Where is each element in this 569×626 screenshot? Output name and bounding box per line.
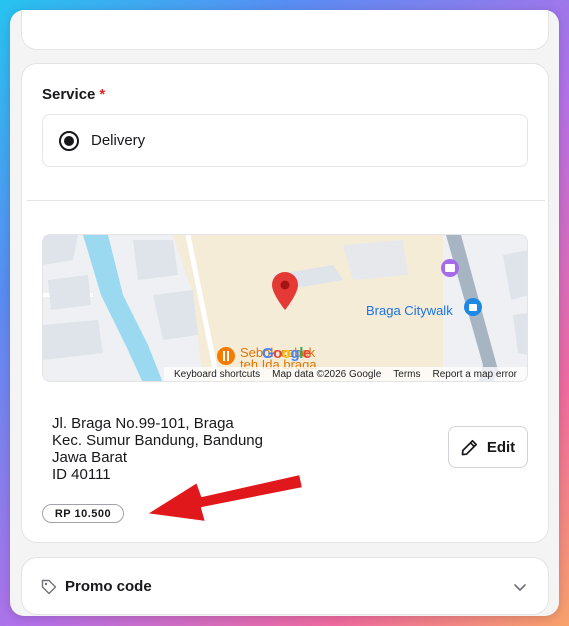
terms-link[interactable]: Terms [393,369,420,380]
map-place-label[interactable]: Braga Citywalk [366,303,453,318]
chevron-down-icon[interactable] [513,580,527,594]
section-divider [27,200,545,201]
map-data-text: Map data ©2026 Google [272,368,382,380]
promo-code-label: Promo code [65,578,152,595]
report-map-error-link[interactable]: Report a map error [433,369,517,380]
previous-section-card [21,10,549,50]
service-card: Service * Delivery Braga Citywalk Sebok … [21,63,549,543]
pencil-icon [461,439,477,455]
checkout-panel: Service * Delivery Braga Citywalk Sebok … [10,10,559,616]
service-heading: Service * [42,86,105,103]
map-attribution: Keyboard shortcuts Map data ©2026 Google… [163,367,527,381]
address-line-2: Kec. Sumur Bandung, Bandung [52,432,263,449]
tag-icon [41,579,57,595]
google-logo: Google [262,345,311,362]
delivery-option[interactable]: Delivery [42,114,528,167]
delivery-price-badge: RP 10.500 [42,504,124,523]
radio-selected-dot [64,135,74,146]
promo-code-card[interactable]: Promo code [21,557,549,615]
location-map[interactable]: Braga Citywalk Sebok cobek teh Ida braga… [42,234,528,382]
delivery-option-label: Delivery [91,132,146,149]
delivery-radio[interactable] [59,130,79,151]
service-label: Service [42,86,96,103]
required-indicator: * [99,86,106,103]
keyboard-shortcuts-link[interactable]: Keyboard shortcuts [174,369,260,380]
address-line-1: Jl. Braga No.99-101, Braga [52,415,234,432]
red-arrow-annotation [145,473,304,523]
edit-button-label: Edit [486,438,516,456]
edit-address-button[interactable]: Edit [448,426,528,468]
location-marker-icon[interactable] [272,272,298,310]
